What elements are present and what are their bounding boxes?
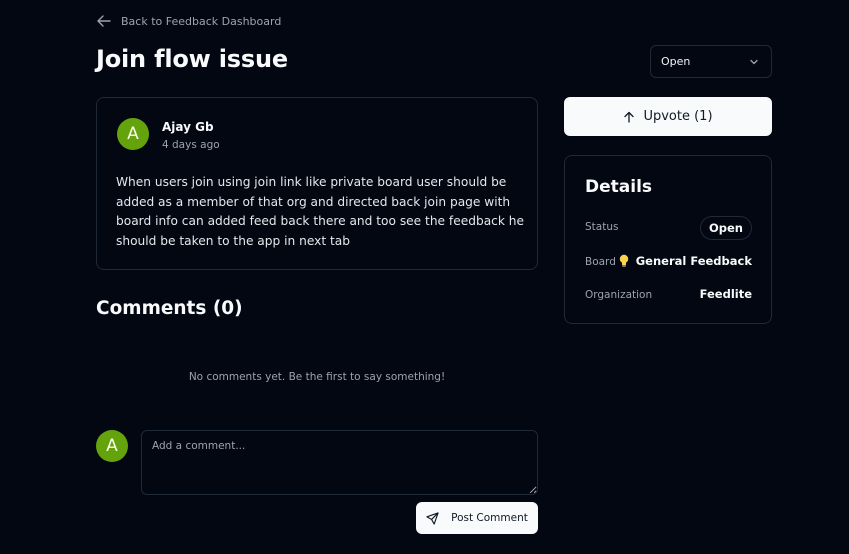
arrow-up-icon bbox=[624, 111, 635, 123]
author-avatar: A bbox=[117, 118, 149, 150]
feedback-description: When users join using join link like pri… bbox=[116, 175, 525, 248]
chevron-down-icon bbox=[750, 59, 758, 64]
status-select-value: Open bbox=[661, 55, 691, 68]
comment-input[interactable] bbox=[141, 430, 538, 495]
comments-heading: Comments (0) bbox=[96, 298, 243, 319]
organization-label: Organization bbox=[585, 289, 653, 301]
upvote-label: Upvote (1) bbox=[643, 109, 713, 124]
organization-value: Feedlite bbox=[699, 287, 752, 301]
page-title: Join flow issue bbox=[96, 45, 288, 73]
back-to-dashboard-link[interactable]: Back to Feedback Dashboard bbox=[96, 13, 281, 29]
details-title: Details bbox=[585, 177, 653, 197]
status-select[interactable]: Open bbox=[650, 45, 772, 78]
status-badge-text: Open bbox=[709, 221, 743, 235]
post-comment-button[interactable]: Post Comment bbox=[416, 502, 538, 534]
arrow-left-icon bbox=[97, 15, 111, 27]
board-label: Board bbox=[585, 256, 616, 268]
upvote-button[interactable]: Upvote (1) bbox=[564, 97, 772, 136]
post-timestamp: 4 days ago bbox=[162, 139, 220, 151]
feedback-post-card: A Ajay Gb 4 days ago When users join usi… bbox=[96, 97, 538, 270]
post-comment-label: Post Comment bbox=[451, 512, 528, 524]
back-link-label: Back to Feedback Dashboard bbox=[121, 14, 282, 28]
details-card: Details Status Open Board General Feedba… bbox=[564, 155, 772, 324]
lightbulb-icon bbox=[619, 254, 628, 267]
status-label: Status bbox=[585, 221, 619, 233]
current-user-avatar: A bbox=[96, 430, 128, 462]
board-name: General Feedback bbox=[635, 254, 752, 268]
author-name: Ajay Gb bbox=[162, 120, 214, 134]
empty-comments-message: No comments yet. Be the first to say som… bbox=[188, 371, 446, 383]
status-badge: Open bbox=[700, 216, 752, 240]
send-icon bbox=[426, 511, 439, 525]
board-value: General Feedback bbox=[618, 254, 752, 268]
